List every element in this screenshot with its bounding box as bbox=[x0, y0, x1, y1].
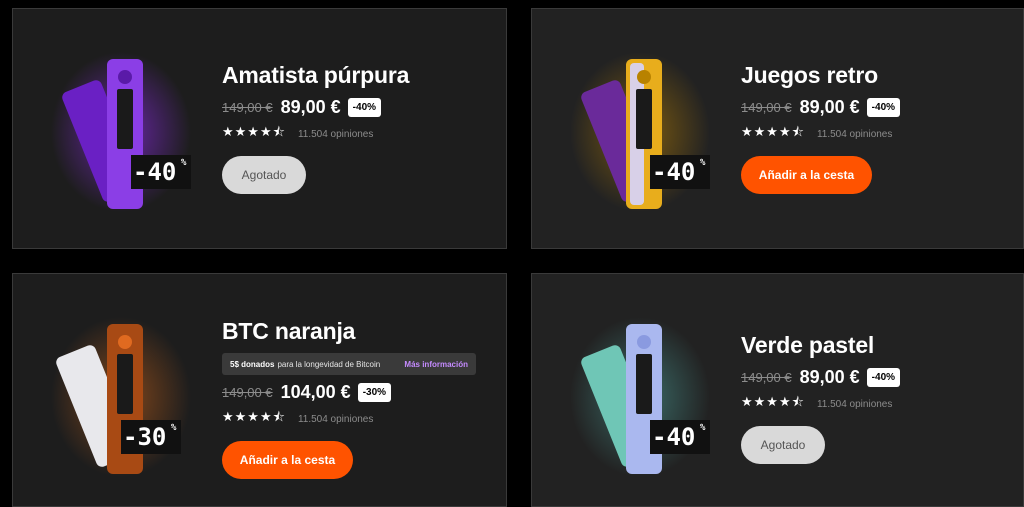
add-to-cart-button[interactable]: Añadir a la cesta bbox=[222, 441, 353, 479]
product-card-btc-naranja[interactable]: -30 % BTC naranja 5$ donados para la lon… bbox=[12, 273, 507, 507]
star-rating: ★★★★⯪ bbox=[741, 394, 805, 409]
product-image[interactable]: -40 % bbox=[570, 47, 710, 217]
old-price: 149,00 € bbox=[222, 99, 273, 115]
product-card-verde-pastel[interactable]: -40 % Verde pastel 149,00 € 89,00 € -40%… bbox=[531, 273, 1024, 507]
star-rating: ★★★★⯪ bbox=[222, 409, 286, 424]
product-card-juegos-retro[interactable]: -40 % Juegos retro 149,00 € 89,00 € -40%… bbox=[531, 8, 1024, 249]
hardware-wallet-icon: -30 % bbox=[51, 317, 191, 477]
price: 104,00 € bbox=[280, 381, 351, 402]
sold-out-button[interactable]: Agotado bbox=[222, 156, 306, 194]
star-rating: ★★★★⯪ bbox=[741, 124, 805, 139]
product-image[interactable]: -40 % bbox=[51, 47, 191, 217]
promo-text: para la longevidad de Bitcoin bbox=[277, 359, 381, 369]
svg-text:%: % bbox=[700, 423, 706, 433]
hardware-wallet-icon: -40 % bbox=[51, 52, 191, 212]
add-to-cart-button[interactable]: Añadir a la cesta bbox=[741, 156, 872, 194]
donation-promo: 5$ donados para la longevidad de Bitcoin… bbox=[222, 353, 476, 375]
review-count[interactable]: 11.504 opiniones bbox=[817, 399, 892, 410]
price: 89,00 € bbox=[799, 96, 860, 117]
product-image[interactable]: -30 % bbox=[51, 312, 191, 482]
star-rating: ★★★★⯪ bbox=[222, 124, 286, 139]
review-count[interactable]: 11.504 opiniones bbox=[298, 129, 373, 140]
discount-badge-image: -30 bbox=[123, 423, 166, 451]
product-card-amatista[interactable]: -40 % Amatista púrpura 149,00 € 89,00 € … bbox=[12, 8, 507, 249]
product-title[interactable]: Verde pastel bbox=[741, 330, 1011, 360]
price: 89,00 € bbox=[280, 96, 341, 117]
old-price: 149,00 € bbox=[741, 99, 792, 115]
discount-badge-image: -40 bbox=[133, 158, 176, 186]
discount-badge: -40% bbox=[866, 97, 901, 117]
discount-badge-image: -40 bbox=[652, 158, 695, 186]
price: 89,00 € bbox=[799, 366, 860, 387]
product-title[interactable]: BTC naranja bbox=[222, 316, 494, 346]
old-price: 149,00 € bbox=[222, 384, 273, 400]
hardware-wallet-icon: -40 % bbox=[570, 52, 710, 212]
product-image[interactable]: -40 % bbox=[570, 312, 710, 482]
review-count[interactable]: 11.504 opiniones bbox=[298, 414, 373, 425]
hardware-wallet-icon: -40 % bbox=[570, 317, 710, 477]
product-title[interactable]: Juegos retro bbox=[741, 60, 1011, 90]
product-title[interactable]: Amatista púrpura bbox=[222, 60, 494, 90]
more-info-link[interactable]: Más información bbox=[404, 360, 468, 369]
svg-text:%: % bbox=[181, 158, 187, 168]
sold-out-button[interactable]: Agotado bbox=[741, 426, 825, 464]
discount-badge: -40% bbox=[347, 97, 382, 117]
review-count[interactable]: 11.504 opiniones bbox=[817, 129, 892, 140]
old-price: 149,00 € bbox=[741, 369, 792, 385]
discount-badge-image: -40 bbox=[652, 423, 695, 451]
discount-badge: -30% bbox=[357, 382, 392, 402]
discount-badge: -40% bbox=[866, 367, 901, 387]
svg-text:%: % bbox=[700, 158, 706, 168]
svg-text:%: % bbox=[171, 423, 177, 433]
promo-amount: 5$ donados bbox=[230, 359, 275, 369]
